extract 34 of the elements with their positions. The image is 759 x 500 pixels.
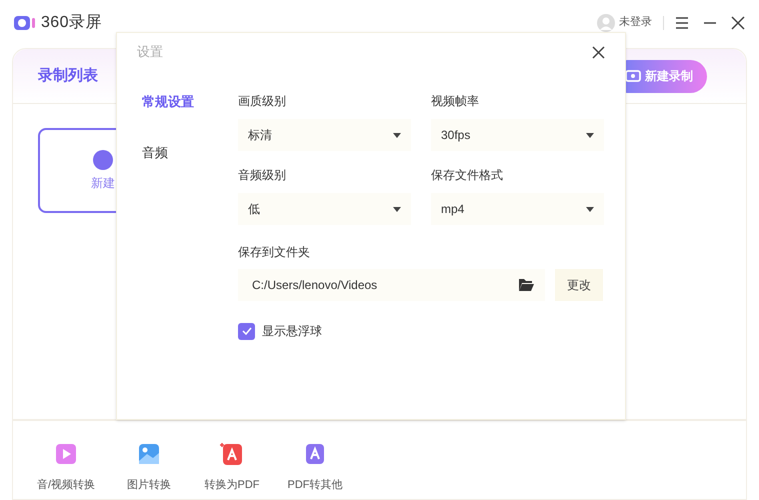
logo-icon <box>14 14 38 30</box>
app-title: 360录屏 <box>41 12 102 32</box>
field-label: 画质级别 <box>238 93 287 110</box>
dialog-title: 设置 <box>137 43 163 62</box>
menu-icon[interactable] <box>675 16 689 28</box>
tool-button[interactable]: PDF转其他 <box>282 440 348 493</box>
caret-icon <box>393 206 401 212</box>
change-button[interactable]: 更改 <box>555 269 603 301</box>
caret-icon <box>393 132 401 138</box>
caret-icon <box>586 132 594 138</box>
pdf-icon <box>219 440 245 466</box>
close-icon[interactable] <box>592 46 605 58</box>
new-card-label: 新建 <box>91 174 115 192</box>
settings-nav-item[interactable]: 常规设置 <box>142 92 238 112</box>
tool-button[interactable]: 音/视频转换 <box>33 440 99 493</box>
tool-button[interactable]: 转换为PDF <box>199 440 265 493</box>
dropdown-field[interactable]: 标清 <box>238 119 411 151</box>
login-link[interactable]: 未登录 <box>619 14 652 31</box>
field-label: 音频级别 <box>238 167 287 184</box>
folder-path-field[interactable]: C:/Users/lenovo/Videos <box>238 269 545 301</box>
tool-button[interactable]: 图片转换 <box>116 440 182 493</box>
field-label: 保存到文件夹 <box>238 244 311 261</box>
check-icon <box>242 327 252 335</box>
caret-icon <box>586 206 594 212</box>
folder-icon[interactable] <box>518 278 535 292</box>
record-list-tab[interactable]: 录制列表 <box>38 64 98 88</box>
field-label: 视频帧率 <box>431 93 480 110</box>
checkbox[interactable] <box>238 322 255 340</box>
dropdown-field[interactable]: 30fps <box>431 119 604 151</box>
checkbox-label: 显示悬浮球 <box>262 323 322 340</box>
close-icon[interactable] <box>731 16 745 30</box>
dropdown-field[interactable]: mp4 <box>431 193 604 225</box>
dropdown-field[interactable]: 低 <box>238 193 411 225</box>
field-label: 保存文件格式 <box>431 167 504 184</box>
